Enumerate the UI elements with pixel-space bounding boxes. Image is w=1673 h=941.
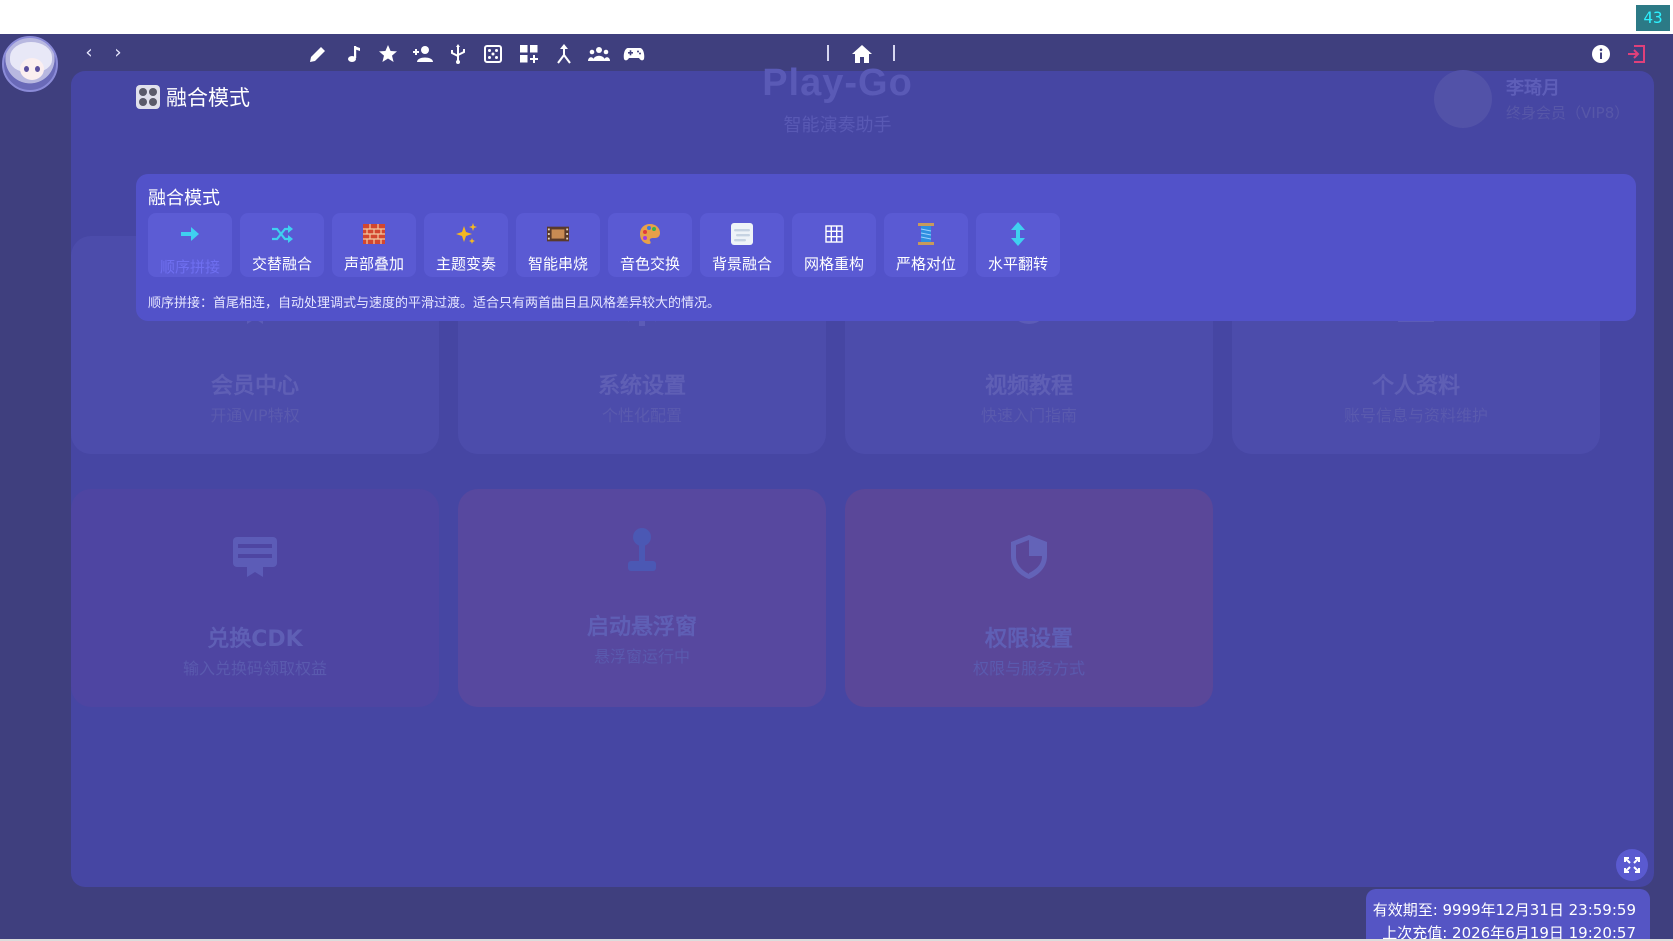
- fusion-description: 顺序拼接：首尾相连，自动处理调式与速度的平滑过渡。适合只有两首曲目且风格差异较大…: [148, 296, 721, 311]
- star-icon[interactable]: [377, 43, 399, 65]
- card-title: 权限设置: [984, 627, 1073, 652]
- card-title: 启动悬浮窗: [586, 615, 697, 640]
- mode-timbre-swap[interactable]: 音色交换: [608, 213, 692, 277]
- card-redeem-icon: [231, 533, 279, 581]
- brick-icon: [363, 223, 385, 245]
- mode-theme-variation[interactable]: 主题变奏: [424, 213, 508, 277]
- forward-button[interactable]: ›: [109, 42, 127, 64]
- grid-icon: [823, 223, 845, 245]
- sidebar: [0, 34, 70, 941]
- palette-icon: [639, 223, 661, 245]
- mode-alternate-fusion[interactable]: 交替融合: [240, 213, 324, 277]
- fusion-mode-panel: 融合模式 顺序拼接 交替融合 声部叠加 主题变奏 智能串烧 音色交换 背景融合 …: [136, 174, 1636, 321]
- validity-info: 有效期至: 9999年12月31日 23:59:59 上次充值: 2026年6月…: [1366, 889, 1650, 941]
- mode-label: 智能串烧: [527, 255, 588, 273]
- fusion-heading: 融合模式: [148, 188, 220, 209]
- logout-icon[interactable]: [1625, 43, 1647, 65]
- card-redeem[interactable]: 兑换CDK 输入兑换码领取权益: [71, 489, 439, 707]
- gamepad-icon[interactable]: [623, 43, 645, 65]
- mode-background-fusion[interactable]: 背景融合: [700, 213, 784, 277]
- shield-icon: [1005, 533, 1053, 581]
- person-add-icon[interactable]: [412, 43, 434, 65]
- mode-label: 顺序拼接: [159, 258, 220, 276]
- mode-label: 背景融合: [711, 255, 772, 273]
- card-title: 兑换CDK: [207, 627, 303, 652]
- mode-voice-stack[interactable]: 声部叠加: [332, 213, 416, 277]
- card-floating-window[interactable]: 启动悬浮窗 悬浮窗运行中: [458, 489, 826, 707]
- mode-strict-counterpoint[interactable]: 严格对位: [884, 213, 968, 277]
- grid-add-icon[interactable]: [518, 43, 540, 65]
- fullscreen-button[interactable]: [1616, 849, 1648, 881]
- mode-label: 网格重构: [803, 255, 864, 273]
- user-name: 李琦月: [1506, 78, 1560, 99]
- mode-label: 水平翻转: [987, 255, 1048, 273]
- thread-spool-icon: [915, 223, 937, 245]
- usb-icon[interactable]: [447, 43, 469, 65]
- group-icon[interactable]: [588, 43, 610, 65]
- pencil-icon[interactable]: [307, 43, 329, 65]
- card-subtitle: 个性化配置: [601, 406, 682, 425]
- app-window: ‹ › Play-Go 智能演奏助手 李琦月 终身会员（VIP8） 会员中心 开…: [0, 34, 1673, 941]
- card-permissions[interactable]: 权限设置 权限与服务方式: [845, 489, 1213, 707]
- card-title: 系统设置: [597, 374, 686, 399]
- toolbar-divider: [827, 45, 829, 61]
- card-subtitle: 权限与服务方式: [972, 659, 1085, 678]
- card-subtitle: 输入兑换码领取权益: [182, 659, 327, 678]
- expiry-text: 有效期至: 9999年12月31日 23:59:59: [1372, 901, 1636, 919]
- fullscreen-icon: [1624, 857, 1640, 873]
- card-subtitle: 悬浮窗运行中: [593, 647, 690, 666]
- back-button[interactable]: ‹: [80, 42, 98, 64]
- card-subtitle: 账号信息与资料维护: [1343, 406, 1488, 425]
- mode-label: 严格对位: [895, 255, 956, 273]
- card-title: 个人资料: [1371, 374, 1460, 399]
- music-note-icon[interactable]: [342, 43, 364, 65]
- dice-icon[interactable]: [482, 43, 504, 65]
- mode-label: 交替融合: [251, 255, 312, 273]
- toolbar-divider: [893, 45, 895, 61]
- mode-smart-medley[interactable]: 智能串烧: [516, 213, 600, 277]
- dice-grid-icon: [136, 85, 160, 109]
- film-strip-icon: [547, 223, 569, 245]
- card-title: 会员中心: [210, 374, 299, 399]
- mode-label: 主题变奏: [435, 255, 496, 273]
- page-title: 融合模式: [166, 86, 250, 110]
- user-avatar[interactable]: [1434, 70, 1492, 128]
- up-down-arrow-icon: [1007, 222, 1029, 246]
- arrow-right-icon: [179, 223, 201, 245]
- mode-sequential-concat[interactable]: 顺序拼接: [148, 213, 232, 277]
- card-subtitle: 开通VIP特权: [210, 406, 300, 425]
- avatar[interactable]: [2, 36, 58, 92]
- mode-grid-rebuild[interactable]: 网格重构: [792, 213, 876, 277]
- mode-horizontal-flip[interactable]: 水平翻转: [976, 213, 1060, 277]
- joystick-icon: [618, 527, 666, 575]
- card-title: 视频教程: [984, 374, 1073, 399]
- sparkles-icon: [455, 223, 477, 245]
- fog-icon: [731, 223, 753, 245]
- brand-subtitle: 智能演奏助手: [783, 115, 892, 136]
- mode-label: 声部叠加: [343, 255, 404, 273]
- brand-title: Play-Go: [762, 62, 913, 104]
- mode-label: 音色交换: [619, 255, 680, 273]
- shuffle-icon: [271, 223, 293, 245]
- merge-icon[interactable]: [553, 43, 575, 65]
- info-icon[interactable]: [1590, 43, 1612, 65]
- card-subtitle: 快速入门指南: [980, 406, 1077, 425]
- user-level: 终身会员（VIP8）: [1506, 104, 1630, 122]
- fps-badge: 43: [1636, 5, 1670, 31]
